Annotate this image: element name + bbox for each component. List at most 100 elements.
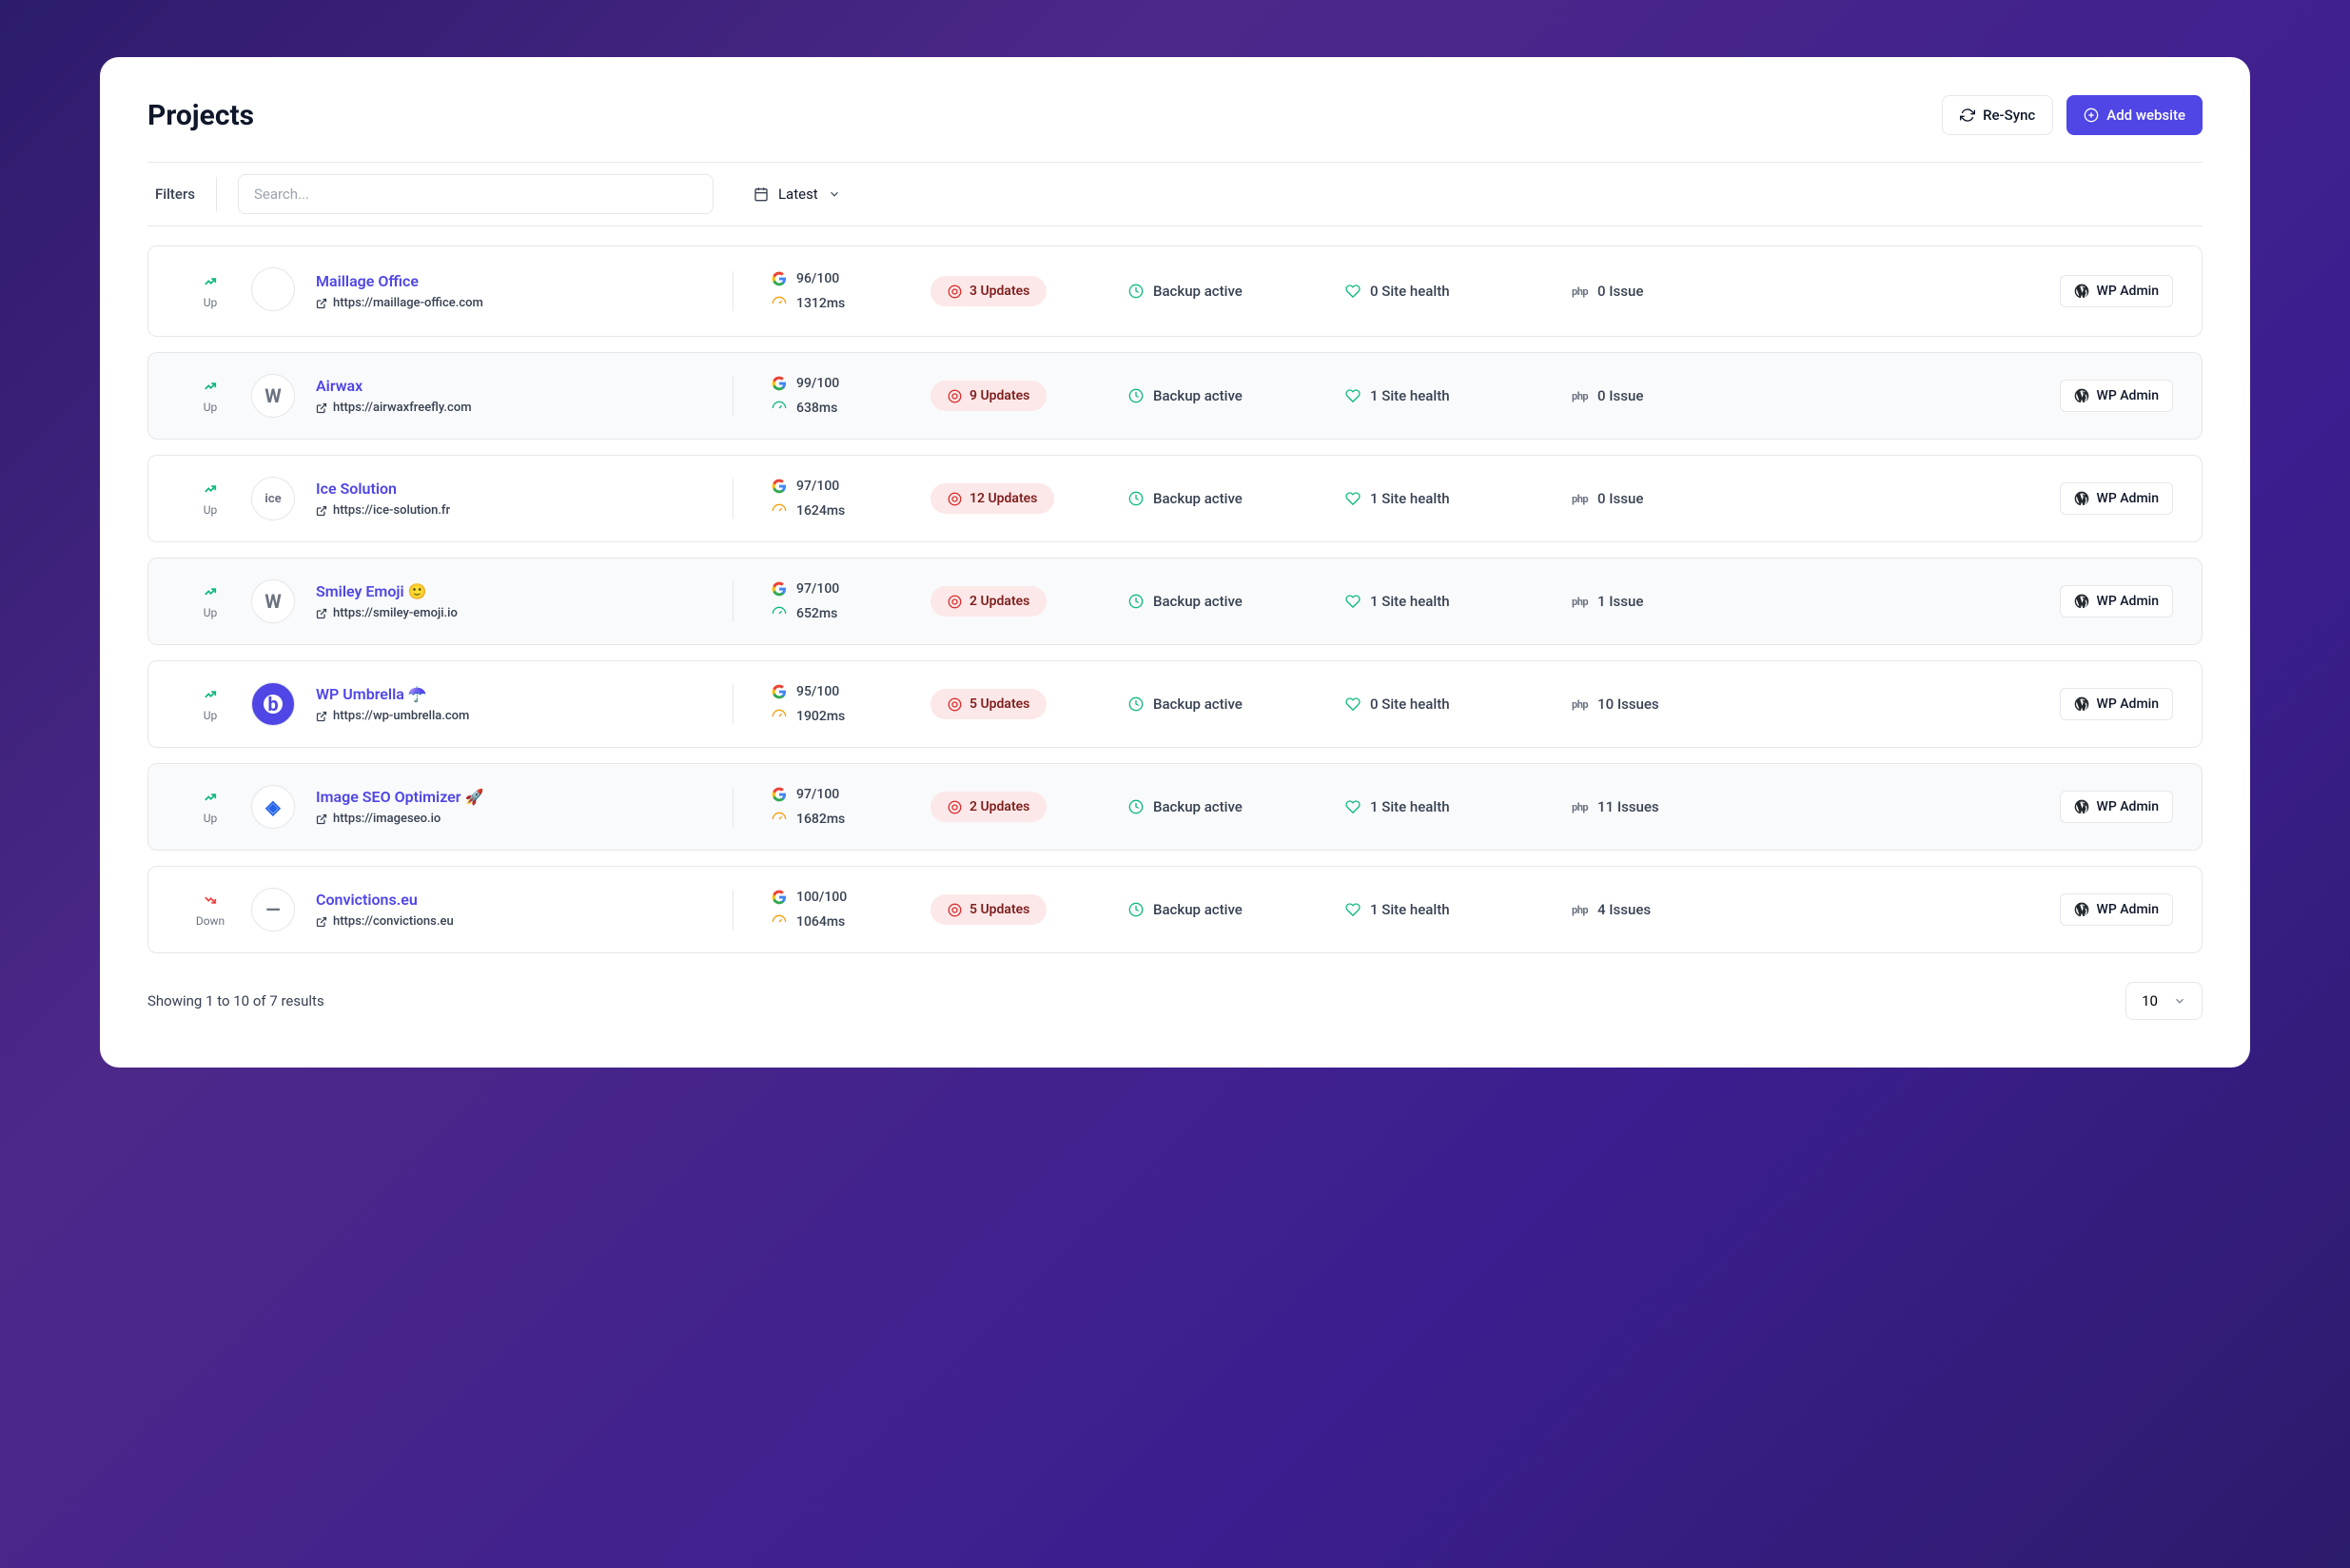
site-url[interactable]: https://airwaxfreefly.com	[316, 401, 725, 415]
issues-col: php 11 Issues	[1572, 798, 1762, 815]
wp-admin-button[interactable]: WP Admin	[2060, 688, 2173, 720]
project-rows: Up Maillage Office https://maillage-offi…	[147, 245, 2203, 953]
page-size-value: 10	[2142, 992, 2158, 1009]
filters-label[interactable]: Filters	[147, 177, 217, 211]
trend-up-icon	[202, 275, 219, 288]
updates-col: 2 Updates	[930, 792, 1121, 822]
pagination-text: Showing 1 to 10 of 7 results	[147, 992, 324, 1009]
updates-pill[interactable]: 5 Updates	[930, 894, 1047, 925]
sort-label: Latest	[778, 186, 818, 203]
wp-admin-button[interactable]: WP Admin	[2060, 585, 2173, 617]
clock-icon	[1128, 594, 1144, 609]
pagespeed-score: 96/100	[772, 271, 923, 286]
site-url[interactable]: https://maillage-office.com	[316, 296, 725, 310]
updates-pill[interactable]: 12 Updates	[930, 483, 1054, 514]
wp-admin-button[interactable]: WP Admin	[2060, 893, 2173, 926]
resync-button[interactable]: Re-Sync	[1942, 95, 2053, 135]
site-name[interactable]: Convictions.eu	[316, 891, 725, 909]
external-link-icon	[316, 711, 327, 722]
latency: 1902ms	[772, 709, 923, 724]
site-name[interactable]: Image SEO Optimizer 🚀	[316, 788, 725, 806]
latency: 1682ms	[772, 812, 923, 827]
project-row[interactable]: Up ice Ice Solution https://ice-solution…	[147, 455, 2203, 542]
header: Projects Re-Sync Add website	[147, 95, 2203, 135]
pagespeed-score: 97/100	[772, 581, 923, 597]
updates-pill[interactable]: 5 Updates	[930, 689, 1047, 719]
updates-col: 5 Updates	[930, 689, 1121, 719]
status: Up	[177, 790, 244, 825]
heart-icon	[1345, 902, 1361, 917]
site-avatar	[251, 267, 295, 311]
site-url[interactable]: https://wp-umbrella.com	[316, 709, 725, 723]
gauge-icon	[772, 812, 787, 827]
backup-col: Backup active	[1128, 490, 1338, 507]
status: Down	[177, 892, 244, 928]
page-size-select[interactable]: 10	[2125, 982, 2203, 1020]
trend-up-icon	[202, 380, 219, 393]
status-text: Up	[177, 296, 244, 309]
site-name[interactable]: Smiley Emoji 🙂	[316, 582, 725, 600]
target-icon	[948, 492, 962, 506]
avatar-wrap: W	[251, 579, 299, 623]
updates-pill[interactable]: 9 Updates	[930, 381, 1047, 411]
updates-pill[interactable]: 3 Updates	[930, 276, 1047, 306]
avatar-wrap: b	[251, 682, 299, 726]
refresh-icon	[1960, 108, 1975, 123]
metrics: 100/100 1064ms	[733, 890, 923, 930]
latency: 1312ms	[772, 296, 923, 311]
clock-icon	[1128, 388, 1144, 403]
updates-pill[interactable]: 2 Updates	[930, 586, 1047, 617]
issues-col: php 4 Issues	[1572, 901, 1762, 918]
site-name[interactable]: Airwax	[316, 377, 725, 395]
site-url[interactable]: https://convictions.eu	[316, 914, 725, 929]
projects-card: Projects Re-Sync Add website Filters L	[100, 57, 2250, 1068]
sort-dropdown[interactable]: Latest	[754, 186, 841, 203]
site-url[interactable]: https://smiley-emoji.io	[316, 606, 725, 620]
site-name[interactable]: Ice Solution	[316, 480, 725, 498]
status-text: Up	[177, 812, 244, 825]
project-row[interactable]: Up W Airwax https://airwaxfreefly.com 99…	[147, 352, 2203, 440]
project-row[interactable]: Up Maillage Office https://maillage-offi…	[147, 245, 2203, 337]
wp-admin-button[interactable]: WP Admin	[2060, 275, 2173, 307]
health-col: 1 Site health	[1345, 387, 1564, 404]
latency: 1064ms	[772, 914, 923, 930]
site-url[interactable]: https://ice-solution.fr	[316, 503, 725, 518]
avatar-wrap: —	[251, 888, 299, 931]
backup-col: Backup active	[1128, 798, 1338, 815]
target-icon	[948, 595, 962, 609]
site-name[interactable]: Maillage Office	[316, 272, 725, 290]
site-name[interactable]: WP Umbrella ☂️	[316, 685, 725, 703]
backup-col: Backup active	[1128, 283, 1338, 300]
external-link-icon	[316, 298, 327, 309]
backup-col: Backup active	[1128, 696, 1338, 713]
avatar-wrap: ice	[251, 477, 299, 520]
pagination: Showing 1 to 10 of 7 results 10	[147, 982, 2203, 1020]
trend-down-icon	[202, 893, 219, 907]
backup-col: Backup active	[1128, 901, 1338, 918]
wordpress-icon	[2074, 902, 2089, 917]
updates-pill[interactable]: 2 Updates	[930, 792, 1047, 822]
wp-admin-button[interactable]: WP Admin	[2060, 791, 2173, 823]
clock-icon	[1128, 491, 1144, 506]
search-input[interactable]	[238, 174, 714, 214]
php-icon: php	[1572, 698, 1588, 711]
latency: 1624ms	[772, 503, 923, 519]
chevron-down-icon	[2173, 994, 2186, 1008]
clock-icon	[1128, 799, 1144, 814]
site-info: WP Umbrella ☂️ https://wp-umbrella.com	[306, 685, 725, 723]
project-row[interactable]: Up ◈ Image SEO Optimizer 🚀 https://image…	[147, 763, 2203, 851]
metrics: 97/100 1624ms	[733, 479, 923, 519]
wp-admin-button[interactable]: WP Admin	[2060, 482, 2173, 515]
project-row[interactable]: Up W Smiley Emoji 🙂 https://smiley-emoji…	[147, 558, 2203, 645]
php-icon: php	[1572, 596, 1588, 608]
project-row[interactable]: Down — Convictions.eu https://conviction…	[147, 866, 2203, 953]
site-avatar: W	[251, 374, 295, 418]
metrics: 96/100 1312ms	[733, 271, 923, 311]
wp-admin-button[interactable]: WP Admin	[2060, 380, 2173, 412]
external-link-icon	[316, 916, 327, 928]
project-row[interactable]: Up b WP Umbrella ☂️ https://wp-umbrella.…	[147, 660, 2203, 748]
google-icon	[772, 376, 787, 391]
gauge-icon	[772, 401, 787, 416]
add-website-button[interactable]: Add website	[2066, 95, 2203, 135]
site-url[interactable]: https://imageseo.io	[316, 812, 725, 826]
